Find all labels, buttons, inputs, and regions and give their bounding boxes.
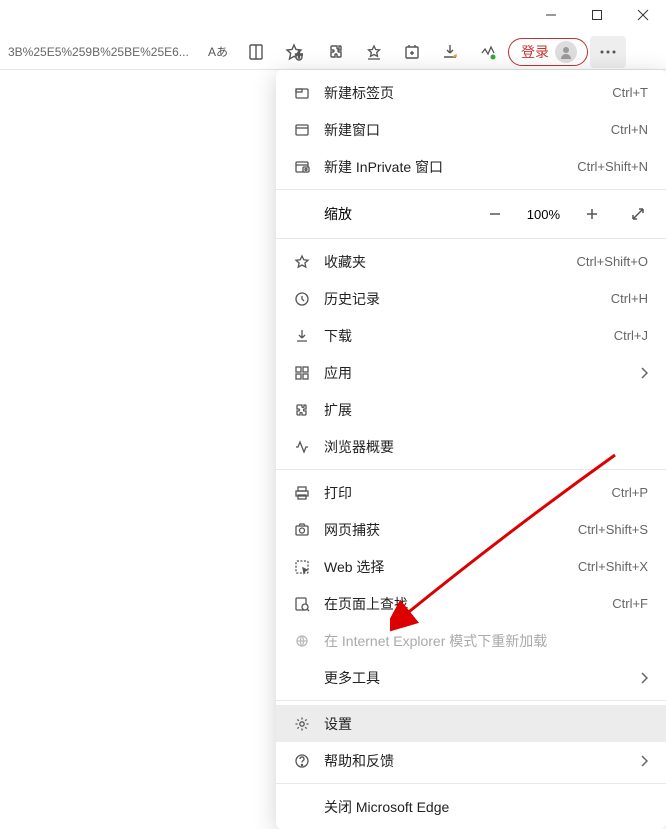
main-menu: 新建标签页 Ctrl+T 新建窗口 Ctrl+N 新建 InPrivate 窗口…	[276, 70, 666, 829]
menu-label: 新建 InPrivate 窗口	[324, 157, 565, 177]
help-icon	[292, 753, 312, 769]
menu-label: 更多工具	[324, 668, 628, 688]
menu-label: 帮助和反馈	[324, 751, 628, 771]
menu-divider	[276, 238, 666, 239]
menu-divider	[276, 469, 666, 470]
menu-new-inprivate[interactable]: 新建 InPrivate 窗口 Ctrl+Shift+N	[276, 148, 666, 185]
downloads-icon[interactable]	[432, 36, 468, 68]
printer-icon	[292, 485, 312, 501]
svg-text:+: +	[295, 46, 303, 61]
menu-label: 新建窗口	[324, 120, 599, 140]
zoom-in-button[interactable]	[578, 200, 606, 228]
menu-ie-mode: 在 Internet Explorer 模式下重新加载	[276, 622, 666, 659]
menu-history[interactable]: 历史记录 Ctrl+H	[276, 280, 666, 317]
favorites-star-icon[interactable]: +	[276, 36, 312, 68]
menu-shortcut: Ctrl+N	[611, 122, 648, 137]
menu-label: 历史记录	[324, 289, 599, 309]
login-button[interactable]: 登录	[508, 38, 588, 66]
apps-icon	[292, 365, 312, 381]
menu-shortcut: Ctrl+J	[614, 328, 648, 343]
menu-label: 下载	[324, 326, 602, 346]
menu-new-window[interactable]: 新建窗口 Ctrl+N	[276, 111, 666, 148]
menu-label: 在 Internet Explorer 模式下重新加载	[324, 631, 648, 651]
fullscreen-button[interactable]	[624, 200, 652, 228]
menu-label: 应用	[324, 363, 628, 383]
menu-shortcut: Ctrl+Shift+O	[576, 254, 648, 269]
ie-icon	[292, 633, 312, 649]
favorites-bar-icon[interactable]	[356, 36, 392, 68]
avatar-icon	[555, 41, 577, 63]
search-icon	[292, 596, 312, 612]
menu-extensions[interactable]: 扩展	[276, 391, 666, 428]
performance-icon[interactable]	[470, 36, 506, 68]
more-menu-button[interactable]	[590, 36, 626, 68]
chevron-right-icon	[640, 672, 648, 684]
menu-shortcut: Ctrl+Shift+S	[578, 522, 648, 537]
menu-label: 网页捕获	[324, 520, 566, 540]
star-icon	[292, 254, 312, 270]
minimize-button[interactable]	[528, 0, 574, 30]
read-aloud-button[interactable]: Aあ	[200, 36, 236, 68]
zoom-out-button[interactable]	[481, 200, 509, 228]
menu-zoom-row: 缩放 100%	[276, 194, 666, 234]
menu-label: 收藏夹	[324, 252, 564, 272]
capture-icon	[292, 522, 312, 538]
menu-divider	[276, 700, 666, 701]
download-icon	[292, 328, 312, 344]
zoom-percent: 100%	[527, 207, 560, 222]
menu-more-tools[interactable]: 更多工具	[276, 659, 666, 696]
menu-favorites[interactable]: 收藏夹 Ctrl+Shift+O	[276, 243, 666, 280]
menu-shortcut: Ctrl+P	[612, 485, 648, 500]
maximize-button[interactable]	[574, 0, 620, 30]
address-bar-text[interactable]: 3B%25E5%259B%25BE%25E6...	[8, 45, 198, 59]
reader-view-icon[interactable]	[238, 36, 274, 68]
menu-label: 浏览器概要	[324, 437, 648, 457]
gear-icon	[292, 716, 312, 732]
menu-label: Web 选择	[324, 557, 566, 577]
tab-icon	[292, 85, 312, 101]
window-icon	[292, 122, 312, 138]
menu-print[interactable]: 打印 Ctrl+P	[276, 474, 666, 511]
menu-divider	[276, 783, 666, 784]
menu-close-edge[interactable]: 关闭 Microsoft Edge	[276, 788, 666, 825]
menu-find[interactable]: 在页面上查找 Ctrl+F	[276, 585, 666, 622]
menu-new-tab[interactable]: 新建标签页 Ctrl+T	[276, 74, 666, 111]
menu-label: 在页面上查找	[324, 594, 600, 614]
puzzle-icon	[292, 402, 312, 418]
menu-apps[interactable]: 应用	[276, 354, 666, 391]
menu-label: 新建标签页	[324, 83, 600, 103]
menu-web-capture[interactable]: 网页捕获 Ctrl+Shift+S	[276, 511, 666, 548]
menu-shortcut: Ctrl+H	[611, 291, 648, 306]
menu-label: 关闭 Microsoft Edge	[324, 797, 648, 817]
extensions-icon[interactable]	[318, 36, 354, 68]
close-button[interactable]	[620, 0, 666, 30]
chevron-right-icon	[640, 367, 648, 379]
menu-divider	[276, 189, 666, 190]
menu-shortcut: Ctrl+F	[612, 596, 648, 611]
menu-label: 设置	[324, 714, 648, 734]
inprivate-icon	[292, 159, 312, 175]
menu-label: 扩展	[324, 400, 648, 420]
menu-help[interactable]: 帮助和反馈	[276, 742, 666, 779]
menu-browser-essentials[interactable]: 浏览器概要	[276, 428, 666, 465]
menu-settings[interactable]: 设置	[276, 705, 666, 742]
zoom-label: 缩放	[324, 204, 463, 224]
collections-icon[interactable]	[394, 36, 430, 68]
pulse-icon	[292, 439, 312, 455]
menu-shortcut: Ctrl+Shift+X	[578, 559, 648, 574]
history-icon	[292, 291, 312, 307]
login-label: 登录	[521, 42, 549, 62]
chevron-right-icon	[640, 755, 648, 767]
menu-shortcut: Ctrl+T	[612, 85, 648, 100]
menu-web-select[interactable]: Web 选择 Ctrl+Shift+X	[276, 548, 666, 585]
menu-downloads[interactable]: 下载 Ctrl+J	[276, 317, 666, 354]
window-controls	[528, 0, 666, 30]
menu-shortcut: Ctrl+Shift+N	[577, 159, 648, 174]
menu-label: 打印	[324, 483, 600, 503]
browser-toolbar: 3B%25E5%259B%25BE%25E6... Aあ + 登录	[0, 34, 666, 70]
select-icon	[292, 559, 312, 575]
